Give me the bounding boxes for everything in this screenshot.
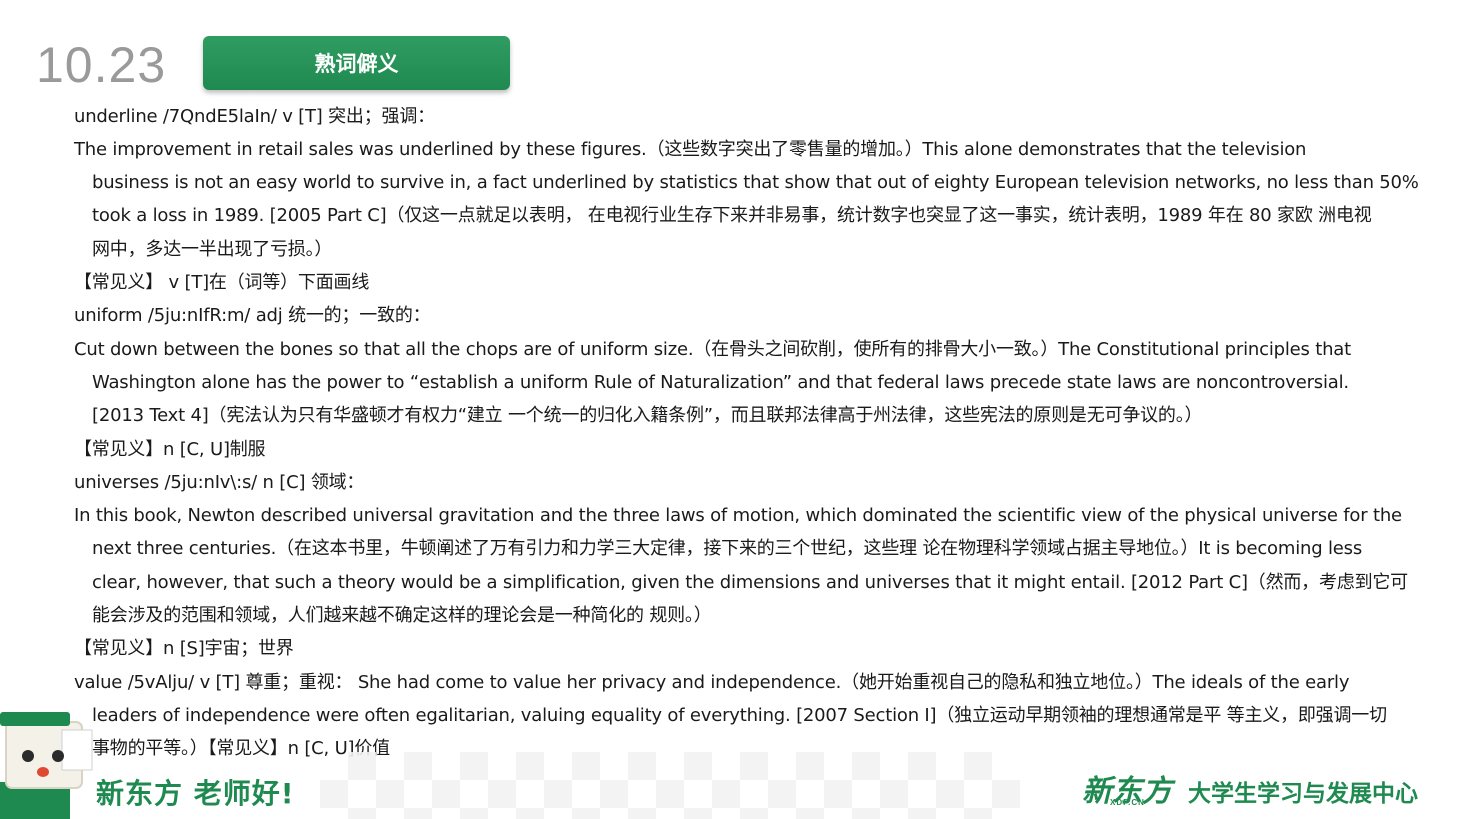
text-line: business is not an easy world to survive… <box>92 172 1419 193</box>
text-line: next three centuries.（在这本书里，牛顿阐述了万有引力和力学… <box>92 538 1362 559</box>
text-line: 【常见义】n [C, U]制服 <box>74 439 266 460</box>
text-line: uniform /5ju:nIfR:m/ adj 统一的；一致的： <box>74 305 431 326</box>
text-line: clear, however, that such a theory would… <box>92 572 1408 593</box>
text-line: 【常见义】n [S]宇宙；世界 <box>74 638 294 659</box>
text-line: value /5vAlju/ v [T] 尊重；重视： She had come… <box>74 672 1350 693</box>
text-line: universes /5ju:nIv\:s/ n [C] 领域： <box>74 472 365 493</box>
text-line: took a loss in 1989. [2005 Part C]（仅这一点就… <box>92 205 1372 226</box>
text-line: [2013 Text 4]（宪法认为只有华盛顿才有权力“建立 一个统一的归化入籍… <box>92 405 1203 426</box>
footer-slogan: 新东方 老师好! <box>96 777 295 810</box>
text-line: In this book, Newton described universal… <box>74 505 1402 526</box>
footer-pattern <box>320 752 1020 819</box>
footer: 新东方 老师好! 新东方 XDF.CN 大学生学习与发展中心 <box>0 752 1466 819</box>
text-line: The improvement in retail sales was unde… <box>74 139 1307 160</box>
text-line: Washington alone has the power to “estab… <box>92 372 1349 393</box>
text-line: 网中，多达一半出现了亏损。） <box>92 239 333 260</box>
date-label: 10.23 <box>36 37 167 93</box>
text-line: 【常见义】 v [T]在（词等）下面画线 <box>74 272 370 293</box>
text-line: 能会涉及的范围和领域，人们越来越不确定这样的理论会是一种简化的 规则。） <box>92 605 712 626</box>
text-line: Cut down between the bones so that all t… <box>74 339 1351 360</box>
text-line: underline /7QndE5laIn/ v [T] 突出；强调： <box>74 106 435 127</box>
section-title: 熟词僻义 <box>314 52 399 76</box>
xdf-logo-sub: XDF.CN <box>1110 798 1145 807</box>
section-title-badge: 熟词僻义 <box>203 36 510 90</box>
text-line: leaders of independence were often egali… <box>92 705 1387 726</box>
center-name: 大学生学习与发展中心 <box>1188 781 1418 807</box>
